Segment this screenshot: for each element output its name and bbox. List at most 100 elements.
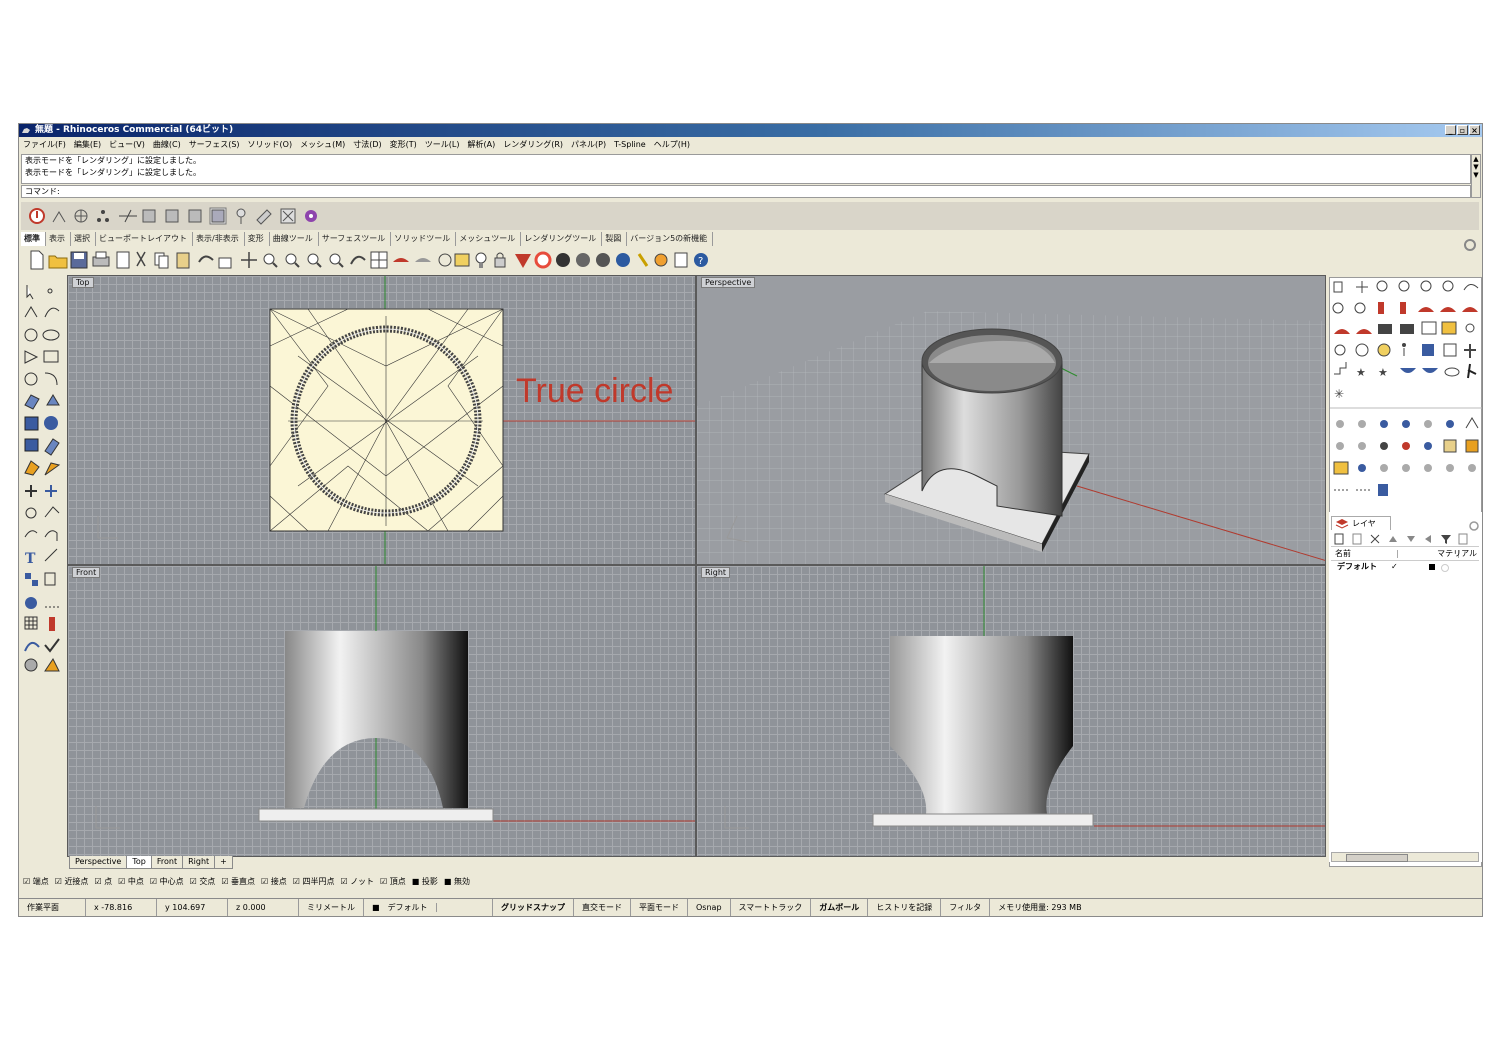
open-folder-icon[interactable] (48, 255, 68, 269)
trim-icon[interactable] (24, 530, 38, 538)
plugin-icon[interactable] (637, 253, 649, 267)
sparkle-icon[interactable]: ✳ (1334, 387, 1344, 401)
tab-select[interactable]: 選択 (71, 232, 96, 246)
zoom-selected-icon[interactable] (329, 253, 344, 268)
minimize-button[interactable]: _ (1445, 125, 1456, 135)
copy-transform-icon[interactable] (45, 485, 57, 497)
osnap-tangent[interactable]: ☑ 接点 (261, 876, 287, 888)
car-render-icon[interactable] (393, 258, 409, 262)
car-icon[interactable] (1334, 329, 1350, 334)
bowl-icon[interactable] (1400, 368, 1416, 373)
cut-icon[interactable] (136, 251, 146, 267)
mesh-tool-icon[interactable] (1380, 464, 1388, 472)
circle-small-icon[interactable] (1465, 323, 1475, 333)
light-bulb-icon[interactable] (475, 252, 487, 268)
analyze-icon[interactable] (25, 597, 37, 609)
ghosted-icon[interactable] (438, 253, 452, 267)
zoom-extents-icon[interactable] (1420, 280, 1432, 292)
viewport-label-right[interactable]: Right (701, 567, 731, 578)
car-icon[interactable] (1440, 307, 1456, 312)
car-icon[interactable] (1462, 307, 1478, 312)
osnap-disable[interactable]: ■ 無効 (444, 876, 470, 888)
tab-curve-tools[interactable]: 曲線ツール (270, 232, 319, 246)
box-view-active-icon[interactable] (209, 207, 227, 225)
command-input[interactable]: コマンド: (21, 185, 1471, 198)
properties-icon[interactable] (116, 251, 130, 269)
camera-icon[interactable] (1400, 324, 1414, 334)
viewport-front[interactable]: Front (67, 565, 696, 857)
osnap-point[interactable]: ☑ 点 (94, 876, 112, 888)
render-grid-icon[interactable] (24, 616, 38, 630)
plugin-gear-icon[interactable] (305, 210, 317, 222)
menu-edit[interactable]: 編集(E) (74, 138, 101, 152)
points-icon[interactable] (97, 210, 109, 222)
menu-surface[interactable]: サーフェス(S) (189, 138, 240, 152)
mesh-tool-icon[interactable] (1336, 420, 1344, 428)
status-cplane[interactable]: 作業平面 (19, 899, 86, 916)
viewport-layout-icon[interactable] (370, 251, 388, 269)
mesh-tool-icon[interactable] (1336, 442, 1344, 450)
mesh-tool-icon[interactable] (1424, 420, 1432, 428)
viewport-perspective[interactable]: Perspective (696, 275, 1326, 565)
menu-render[interactable]: レンダリング(R) (503, 138, 563, 152)
color-wheel-icon[interactable] (534, 251, 552, 269)
select-arrow-icon[interactable] (26, 285, 34, 300)
status-history[interactable]: ヒストリを記録 (868, 899, 942, 916)
viewport-label-front[interactable]: Front (72, 567, 101, 578)
tab-visibility[interactable]: 表示/非表示 (193, 232, 245, 246)
move-icon[interactable] (25, 485, 37, 497)
osnap-project[interactable]: ■ 投影 (412, 876, 438, 888)
tab-transform[interactable]: 変形 (245, 232, 270, 246)
move-up-icon[interactable] (1389, 536, 1397, 542)
move-parent-icon[interactable] (1425, 535, 1431, 543)
paste-icon[interactable] (176, 252, 190, 269)
new-sublayer-icon[interactable] (1352, 533, 1362, 545)
split-icon[interactable] (44, 530, 58, 541)
target-yellow-icon[interactable] (1377, 343, 1391, 357)
mesh-tool-icon[interactable] (1378, 484, 1388, 496)
explode-icon[interactable] (24, 658, 38, 672)
zoom-icon[interactable] (1376, 280, 1388, 292)
tab-top[interactable]: Top (126, 856, 152, 869)
surface-edit-icon[interactable] (46, 394, 60, 406)
status-gumball[interactable]: ガムボール (811, 899, 869, 916)
render-sphere-icon[interactable] (596, 253, 610, 267)
pin-icon[interactable] (236, 208, 246, 224)
render-sphere-icon[interactable] (576, 253, 590, 267)
tab-view[interactable]: 表示 (46, 232, 71, 246)
circle-icon[interactable] (24, 328, 38, 342)
status-layer[interactable]: ■ デフォルト (364, 899, 493, 916)
zoom-selected-icon[interactable] (1442, 280, 1454, 292)
options-gear-icon[interactable] (654, 253, 668, 267)
tab-standard[interactable]: 標準 (21, 232, 46, 246)
star-icon[interactable]: ★ (1378, 366, 1388, 379)
tree-icon[interactable] (1464, 344, 1476, 358)
panel-options-icon[interactable] (1468, 520, 1480, 532)
mesh-tool-icon[interactable] (1424, 442, 1432, 450)
dimension-icon[interactable] (44, 548, 58, 562)
menu-tspline[interactable]: T-Spline (614, 138, 646, 152)
group-icon[interactable] (44, 572, 56, 586)
mesh-tool-icon[interactable] (1424, 464, 1432, 472)
mesh-tool-icon[interactable] (1358, 464, 1366, 472)
extrude-icon[interactable] (44, 438, 60, 456)
folder-icon[interactable] (1441, 321, 1457, 335)
mesh-edit-icon[interactable] (44, 462, 61, 476)
car-icon[interactable] (1356, 329, 1372, 334)
close-button[interactable]: × (1469, 125, 1480, 135)
grid-target-icon[interactable] (74, 209, 88, 223)
mesh-tool-icon[interactable] (1468, 464, 1476, 472)
layer-tools-icon[interactable] (1458, 533, 1468, 545)
status-ortho[interactable]: 直交モード (574, 899, 631, 916)
person-icon[interactable] (1402, 343, 1406, 356)
mesh-tool-icon[interactable] (1402, 442, 1410, 450)
rectangle-icon[interactable] (43, 350, 59, 363)
curve-icon[interactable] (44, 307, 60, 318)
viewport-label-top[interactable]: Top (72, 277, 94, 288)
mesh-save-icon[interactable] (1465, 439, 1479, 453)
zoom-scale-icon[interactable] (1334, 344, 1346, 356)
pan-cross-icon[interactable] (241, 252, 257, 268)
mesh-tool-icon[interactable] (1380, 442, 1388, 450)
camera-icon[interactable] (1378, 324, 1392, 334)
tab-new-in-v5[interactable]: バージョン5の新機能 (627, 232, 714, 246)
